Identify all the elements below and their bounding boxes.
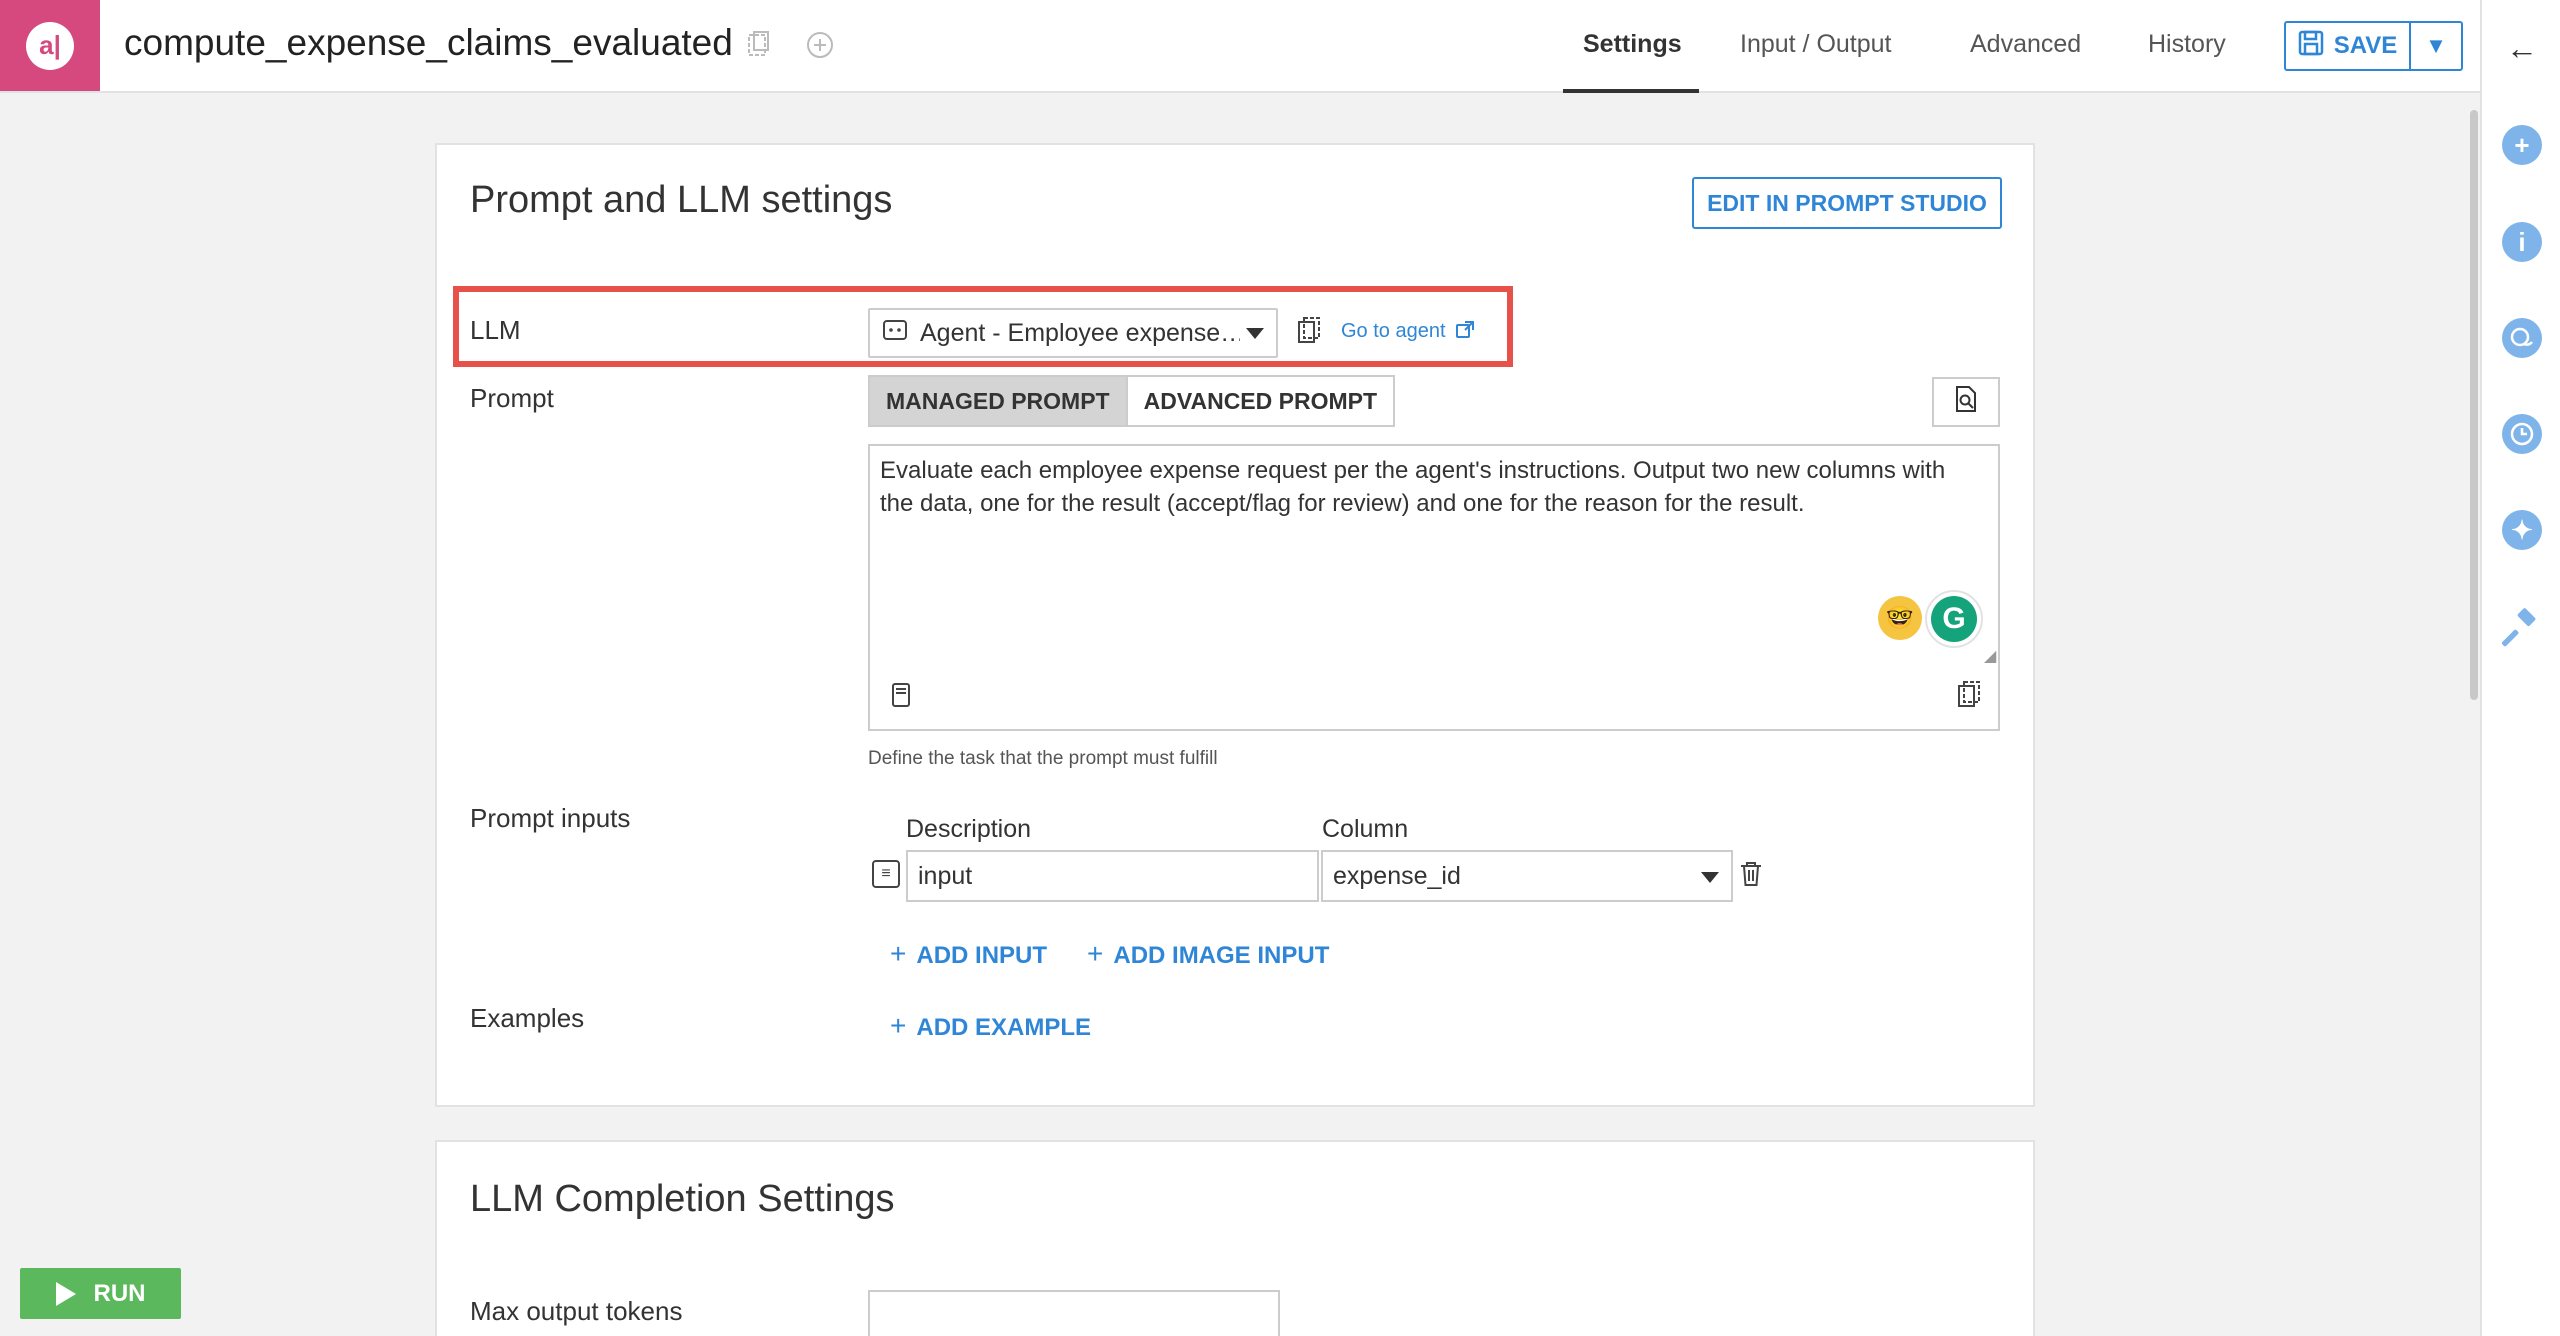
view-prompt-button[interactable] — [1932, 377, 2000, 427]
tab-history[interactable]: History — [2148, 30, 2226, 59]
prompt-helper-text: Define the task that the prompt must ful… — [868, 748, 1218, 769]
add-input-label: ADD INPUT — [916, 942, 1048, 969]
tab-input-output[interactable]: Input / Output — [1740, 30, 1892, 59]
run-label: RUN — [93, 1279, 146, 1307]
add-input-button[interactable]: + ADD INPUT — [890, 938, 1047, 970]
chevron-down-icon: ▼ — [2425, 33, 2447, 58]
resize-handle-icon[interactable]: ◢ — [1984, 646, 1996, 666]
add-example-label: ADD EXAMPLE — [916, 1014, 1092, 1041]
info-icon[interactable]: i — [2502, 222, 2542, 262]
nerd-face-icon[interactable]: 🤓 — [1878, 596, 1922, 640]
tab-settings[interactable]: Settings — [1583, 30, 1682, 59]
plus-icon: + — [890, 938, 907, 969]
book-icon[interactable] — [890, 682, 912, 715]
input-column-select[interactable]: expense_id — [1321, 850, 1733, 902]
arrow-left-icon[interactable]: ← — [2506, 30, 2538, 67]
copy-icon[interactable] — [744, 30, 774, 60]
document-search-icon — [1953, 385, 1979, 420]
max-output-tokens-input[interactable] — [868, 1290, 1280, 1336]
edit-in-prompt-studio-button[interactable]: EDIT IN PROMPT STUDIO — [1692, 177, 2002, 229]
prompt-label: Prompt — [470, 383, 554, 413]
play-icon — [55, 1281, 76, 1306]
plus-icon: + — [890, 1010, 907, 1041]
run-button[interactable]: RUN — [20, 1268, 181, 1319]
add-example-button[interactable]: + ADD EXAMPLE — [890, 1010, 1091, 1042]
grammarly-icon[interactable]: G — [1925, 590, 1983, 648]
logo-icon: a| — [26, 21, 74, 70]
description-header: Description — [906, 815, 1032, 843]
clock-icon[interactable] — [2502, 414, 2542, 454]
discussion-icon[interactable] — [2502, 318, 2542, 358]
save-button[interactable]: SAVE — [2286, 23, 2411, 69]
chevron-down-icon — [1246, 328, 1264, 339]
card-title: Prompt and LLM settings — [470, 179, 893, 221]
tab-advanced[interactable]: Advanced — [1970, 30, 2081, 59]
floppy-icon — [2298, 30, 2324, 63]
plus-icon: + — [1087, 938, 1104, 969]
save-button-group: SAVE ▼ — [2284, 21, 2463, 71]
managed-prompt-tab[interactable]: MANAGED PROMPT — [870, 377, 1126, 425]
right-rail: ← + i ✦ — [2480, 0, 2560, 1336]
top-bar: a| compute_expense_claims_evaluated Sett… — [0, 0, 2480, 93]
card-title: LLM Completion Settings — [470, 1178, 895, 1220]
save-dropdown-button[interactable]: ▼ — [2411, 23, 2461, 69]
sparkle-icon[interactable]: ✦ — [2502, 510, 2542, 550]
hammer-icon[interactable] — [2502, 608, 2542, 648]
prompt-mode-toggle: MANAGED PROMPT ADVANCED PROMPT — [868, 375, 1396, 427]
advanced-prompt-tab[interactable]: ADVANCED PROMPT — [1125, 377, 1394, 425]
max-output-tokens-label: Max output tokens — [470, 1296, 683, 1326]
go-to-agent-link[interactable]: Go to agent — [1341, 320, 1475, 343]
column-header: Column — [1322, 815, 1409, 843]
copy-prompt-icon[interactable] — [1956, 680, 1982, 717]
chevron-down-icon — [1701, 872, 1719, 883]
copy-llm-id-icon[interactable] — [1296, 316, 1324, 346]
add-icon[interactable]: + — [2502, 125, 2542, 165]
add-image-input-label: ADD IMAGE INPUT — [1113, 942, 1330, 969]
grammarly-g-icon: G — [1931, 596, 1977, 642]
llm-selected-value: Agent - Employee expense… — [920, 318, 1240, 347]
link-off-icon[interactable] — [805, 30, 835, 60]
external-link-icon — [1451, 320, 1475, 342]
prompt-text: Evaluate each employee expense request p… — [880, 457, 1946, 517]
scrollbar[interactable] — [2470, 110, 2478, 700]
prompt-textarea[interactable]: Evaluate each employee expense request p… — [868, 444, 2000, 731]
input-description-field[interactable]: input — [906, 850, 1319, 902]
active-tab-indicator — [1563, 89, 1699, 93]
input-column-value: expense_id — [1333, 862, 1461, 890]
add-image-input-button[interactable]: + ADD IMAGE INPUT — [1087, 938, 1329, 970]
app-logo[interactable]: a| — [0, 0, 100, 91]
recipe-title[interactable]: compute_expense_claims_evaluated — [124, 22, 733, 64]
llm-select[interactable]: Agent - Employee expense… — [868, 308, 1278, 358]
trash-icon[interactable] — [1738, 860, 1764, 895]
prompt-inputs-label: Prompt inputs — [470, 803, 631, 833]
save-label: SAVE — [2333, 32, 2398, 59]
go-to-agent-label: Go to agent — [1341, 320, 1446, 342]
agent-icon — [882, 318, 908, 349]
examples-label: Examples — [470, 1003, 585, 1033]
text-lines-icon: ≡ — [872, 860, 900, 888]
